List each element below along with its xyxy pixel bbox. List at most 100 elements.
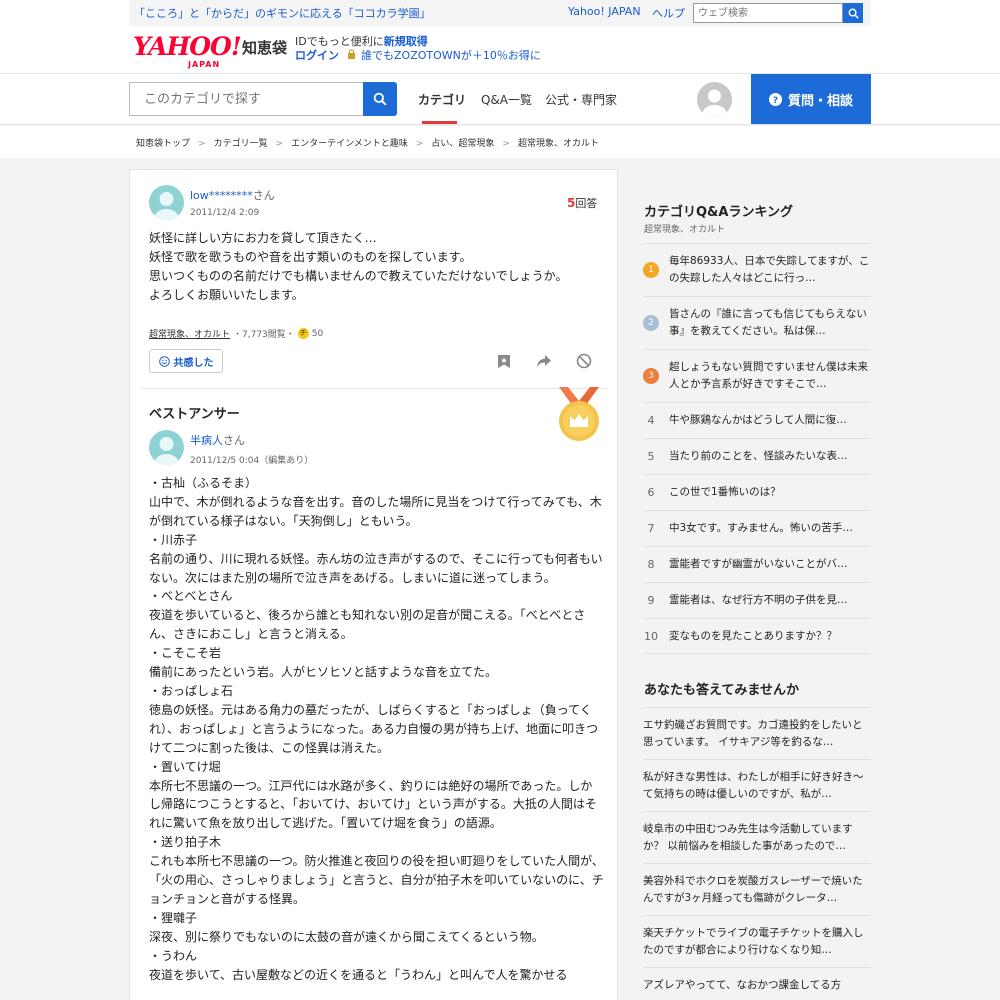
- try-answer-title: あなたも答えてみませんか: [644, 683, 799, 698]
- ranking-item-text: 牛や豚鶏なんかはどうして人間に復…: [669, 414, 847, 426]
- ranking-item[interactable]: 3 超しょうもない質問ですいません僕は未来人とか予言系が好きですそこで…: [643, 349, 871, 402]
- ranking-item[interactable]: 2 皆さんの『誰に言っても信じてもらえない事』を教えてください。私は保…: [643, 296, 871, 349]
- ranking-item-text: 変なものを見たことありますか？？: [669, 629, 837, 642]
- section-divider: [142, 388, 607, 389]
- question-body: 妖怪に詳しい方にお力を貸して頂きたく… 妖怪で歌を歌うものや音を出す類いのものを…: [149, 231, 568, 302]
- search-icon: [848, 8, 859, 19]
- try-answer-item[interactable]: エサ釣磯ざお質問です。カゴ遠投釣をしたいと思っています。 イサキアジ等を釣るな…: [643, 707, 871, 759]
- block-icon: [576, 353, 592, 369]
- coin-count: 50: [311, 328, 324, 339]
- bookmark-icon: [498, 354, 510, 368]
- question-date: 2011/12/4 2:09: [190, 208, 260, 218]
- ranking-item[interactable]: 1 毎年86933人、日本で失踪してますが、この失踪した人々はどこに行っ…: [643, 243, 871, 296]
- tab-category[interactable]: カテゴリ: [418, 91, 466, 108]
- questioner-avatar[interactable]: [149, 185, 184, 220]
- ranking-list: 1 毎年86933人、日本で失踪してますが、この失踪した人々はどこに行っ… 2 …: [643, 243, 871, 654]
- user-icon: [154, 437, 179, 465]
- nav-bar: カテゴリ Q&A一覧 公式・専門家 ? 質問・相談: [0, 73, 1000, 125]
- active-tab-indicator: [422, 121, 457, 124]
- try-answer-item[interactable]: アズレアやってて、なおかつ課金してる方: [643, 967, 871, 1000]
- tab-qa-list[interactable]: Q&A一覧: [481, 91, 532, 108]
- answer-date: 2011/12/5 0:04（編集あり）: [190, 456, 314, 466]
- user-avatar[interactable]: [697, 82, 732, 117]
- user-icon: [702, 89, 727, 117]
- answerer-name: 半病人さん: [190, 432, 245, 448]
- breadcrumb: 知恵袋トップ > カテゴリ一覧 > エンターテインメントと趣味 > 占い、超常現象 > 超常現象…: [136, 136, 599, 149]
- try-answer-item[interactable]: 美容外科でホクロを炭酸ガスレーザーで焼いたんですが3ヶ月経っても傷跡がクレータ…: [643, 863, 871, 915]
- bookmark-button[interactable]: [495, 352, 513, 370]
- service-name[interactable]: 知恵袋: [242, 37, 287, 58]
- lock-icon: [347, 49, 355, 59]
- yahoo-logo[interactable]: YAHOO!: [133, 32, 242, 61]
- tab-official-experts[interactable]: 公式・専門家: [545, 91, 617, 108]
- ranking-item[interactable]: 10 変なものを見たことありますか？？: [643, 618, 871, 654]
- breadcrumb-item-category-list[interactable]: カテゴリ一覧: [214, 139, 268, 149]
- breadcrumb-item-top[interactable]: 知恵袋トップ: [136, 139, 190, 149]
- ranking-subtitle: 超常現象、オカルト: [644, 225, 726, 235]
- ranking-item[interactable]: 5 当たり前のことを、怪談みたいな表…: [643, 438, 871, 474]
- answer-count[interactable]: 5回答: [567, 195, 597, 211]
- try-answer-item[interactable]: 楽天チケットでライブの電子チケットを購入したのですが都合により行けなくなり知…: [643, 915, 871, 967]
- ranking-item[interactable]: 7 中3女です。すみません。怖いの苦手…: [643, 510, 871, 546]
- question-category-link[interactable]: 超常現象、オカルト: [149, 327, 230, 340]
- header: YAHOO! JAPAN 知恵袋 IDでもっと便利に新規取得 ログイン 誰でもZ…: [0, 26, 1000, 73]
- share-button[interactable]: [535, 352, 553, 370]
- answerer-link[interactable]: 半病人: [190, 434, 223, 447]
- breadcrumb-separator: >: [275, 139, 284, 149]
- breadcrumb-separator: >: [415, 139, 424, 149]
- breadcrumb-item-entertainment[interactable]: エンターテインメントと趣味: [291, 139, 408, 149]
- share-icon: [537, 355, 551, 367]
- questioner-honorific: さん: [252, 189, 275, 202]
- ranking-item[interactable]: 4 牛や豚鶏なんかはどうして人間に復…: [643, 402, 871, 438]
- answerer-avatar[interactable]: [149, 430, 184, 465]
- ranking-item[interactable]: 9 霊能者は、なぜ行方不明の子供を見…: [643, 582, 871, 618]
- crown-medal-icon: [559, 387, 599, 441]
- web-search-input[interactable]: [693, 3, 843, 23]
- questioner-link[interactable]: low********: [190, 189, 253, 202]
- ranking-item[interactable]: 6 この世で1番怖いのは？: [643, 474, 871, 510]
- ranking-item-text: 当たり前のことを、怪談みたいな表…: [669, 450, 848, 462]
- login-promo[interactable]: 誰でもZOZOTOWNが＋10％お得に: [361, 49, 541, 62]
- help-link[interactable]: ヘルプ: [652, 5, 685, 21]
- best-answer-heading: ベストアンサー: [149, 407, 240, 422]
- promo-link[interactable]: 「こころ」と「からだ」のギモンに応える「ココカラ学園」: [134, 5, 431, 21]
- coin-icon: チ: [297, 328, 309, 339]
- yahoo-japan-link[interactable]: Yahoo! JAPAN: [568, 5, 641, 18]
- try-answer-item[interactable]: 私が好きな男性は、わたしが相手に好き好き〜て気持ちの時は優しいのですが、私が…: [643, 759, 871, 811]
- login-link[interactable]: ログイン: [295, 49, 339, 62]
- rank-number: 9: [647, 594, 655, 607]
- question-card: low********さん 2011/12/4 2:09 5回答 妖怪に詳しい方…: [129, 169, 618, 1000]
- svg-text:?: ?: [773, 96, 778, 106]
- view-count: ・7,773閲覧・: [233, 330, 295, 340]
- empathy-label: 共感した: [173, 357, 214, 369]
- user-icon: [154, 192, 179, 220]
- ranking-item-text: 超しょうもない質問ですいません僕は未来人とか予言系が好きですそこで…: [669, 361, 869, 390]
- answer-count-label: 回答: [575, 197, 598, 210]
- empathy-button[interactable]: 共感した: [149, 349, 223, 373]
- try-answer-list: エサ釣磯ざお質問です。カゴ遠投釣をしたいと思っています。 イサキアジ等を釣るな……: [643, 707, 871, 1000]
- search-icon: [373, 92, 387, 106]
- rank-number: 5: [647, 450, 655, 463]
- try-answer-item[interactable]: 岐阜市の中田むつみ先生は今活動していますか？ 以前悩みを相談した事があったので…: [643, 811, 871, 863]
- yahoo-logo-sub: JAPAN: [188, 60, 221, 69]
- category-search-input[interactable]: [129, 82, 364, 116]
- rank-number: 6: [647, 486, 655, 499]
- category-search-button[interactable]: [363, 82, 397, 116]
- ranking-item-text: 皆さんの『誰に言っても信じてもらえない事』を教えてください。私は保…: [669, 308, 867, 337]
- login-line: ログイン 誰でもZOZOTOWNが＋10％お得に: [295, 47, 541, 63]
- ask-question-button[interactable]: ? 質問・相談: [751, 74, 871, 124]
- ranking-item-text: 毎年86933人、日本で失踪してますが、この失踪した人々はどこに行っ…: [669, 255, 870, 284]
- ranking-item-text: 霊能者は、なぜ行方不明の子供を見…: [669, 594, 848, 606]
- ranking-item[interactable]: 8 霊能者ですが幽霊がいないことがバ…: [643, 546, 871, 582]
- rank-number: 10: [644, 629, 658, 643]
- ranking-title: カテゴリQ&Aランキング: [644, 205, 794, 220]
- question-icon: ?: [768, 92, 782, 106]
- report-button[interactable]: [575, 352, 593, 370]
- breadcrumb-item-occult[interactable]: 超常現象、オカルト: [518, 139, 599, 149]
- answerer-honorific: さん: [223, 434, 245, 447]
- question-meta: 超常現象、オカルト ・7,773閲覧・ チ 50: [149, 327, 323, 340]
- ask-button-label: 質問・相談: [787, 93, 853, 109]
- rank-number: 7: [647, 522, 655, 535]
- web-search-button[interactable]: [843, 3, 863, 23]
- breadcrumb-item-fortune[interactable]: 占い、超常現象: [431, 139, 494, 149]
